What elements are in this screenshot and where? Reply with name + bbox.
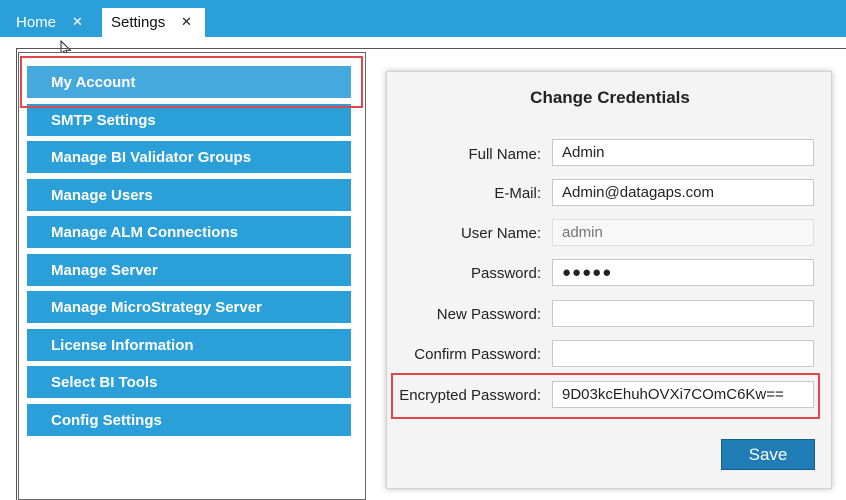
sidebar-item-label: Manage ALM Connections bbox=[51, 223, 238, 241]
sidebar-item-label: SMTP Settings bbox=[51, 111, 156, 129]
sidebar-item-label: My Account bbox=[51, 73, 136, 91]
email-field[interactable] bbox=[552, 179, 814, 206]
confirm-password-label: Confirm Password: bbox=[414, 346, 541, 363]
tab-home-label: Home bbox=[16, 14, 57, 31]
sidebar-item-label: Config Settings bbox=[51, 411, 162, 429]
close-icon[interactable]: ✕ bbox=[181, 14, 192, 30]
tab-settings[interactable]: Settings ✕ bbox=[102, 8, 205, 37]
confirm-password-field[interactable] bbox=[552, 340, 814, 367]
new-password-field[interactable] bbox=[552, 300, 814, 327]
password-field[interactable] bbox=[552, 259, 814, 286]
sidebar-item-config-settings[interactable]: Config Settings bbox=[27, 404, 351, 436]
sidebar-item-my-account[interactable]: My Account bbox=[27, 66, 351, 98]
encrypted-password-field[interactable] bbox=[552, 381, 814, 408]
sidebar-item-label: Manage Server bbox=[51, 261, 158, 279]
sidebar-item-label: Manage MicroStrategy Server bbox=[51, 298, 262, 316]
password-label: Password: bbox=[470, 265, 541, 282]
panel-title: Change Credentials bbox=[530, 88, 690, 107]
user-name-label: User Name: bbox=[460, 225, 541, 242]
new-password-label: New Password: bbox=[436, 306, 541, 323]
user-name-field bbox=[552, 219, 814, 246]
sidebar-item-label: License Information bbox=[51, 336, 194, 354]
sidebar-item-manage-users[interactable]: Manage Users bbox=[27, 179, 351, 211]
full-name-label: Full Name: bbox=[468, 146, 541, 163]
tab-bar: Home ✕ Settings ✕ bbox=[0, 0, 846, 37]
sidebar-item-manage-alm-connections[interactable]: Manage ALM Connections bbox=[27, 216, 351, 248]
tab-home[interactable]: Home ✕ bbox=[0, 8, 100, 37]
sidebar-item-label: Select BI Tools bbox=[51, 373, 158, 391]
sidebar-item-manage-server[interactable]: Manage Server bbox=[27, 254, 351, 286]
sidebar-item-label: Manage BI Validator Groups bbox=[51, 148, 252, 166]
email-label: E-Mail: bbox=[494, 185, 541, 202]
sidebar-item-license-information[interactable]: License Information bbox=[27, 329, 351, 361]
change-credentials-panel: Change Credentials Full Name: E-Mail: Us… bbox=[386, 71, 832, 489]
close-icon[interactable]: ✕ bbox=[72, 14, 83, 30]
sidebar-item-manage-microstrategy-server[interactable]: Manage MicroStrategy Server bbox=[27, 291, 351, 323]
sidebar-item-select-bi-tools[interactable]: Select BI Tools bbox=[27, 366, 351, 398]
sidebar-item-smtp-settings[interactable]: SMTP Settings bbox=[27, 104, 351, 136]
sidebar-item-label: Manage Users bbox=[51, 186, 153, 204]
encrypted-password-label: Encrypted Password: bbox=[399, 387, 541, 404]
tab-settings-label: Settings bbox=[111, 14, 166, 31]
save-button[interactable]: Save bbox=[721, 439, 815, 470]
sidebar-item-manage-bi-validator-groups[interactable]: Manage BI Validator Groups bbox=[27, 141, 351, 173]
full-name-field[interactable] bbox=[552, 139, 814, 166]
